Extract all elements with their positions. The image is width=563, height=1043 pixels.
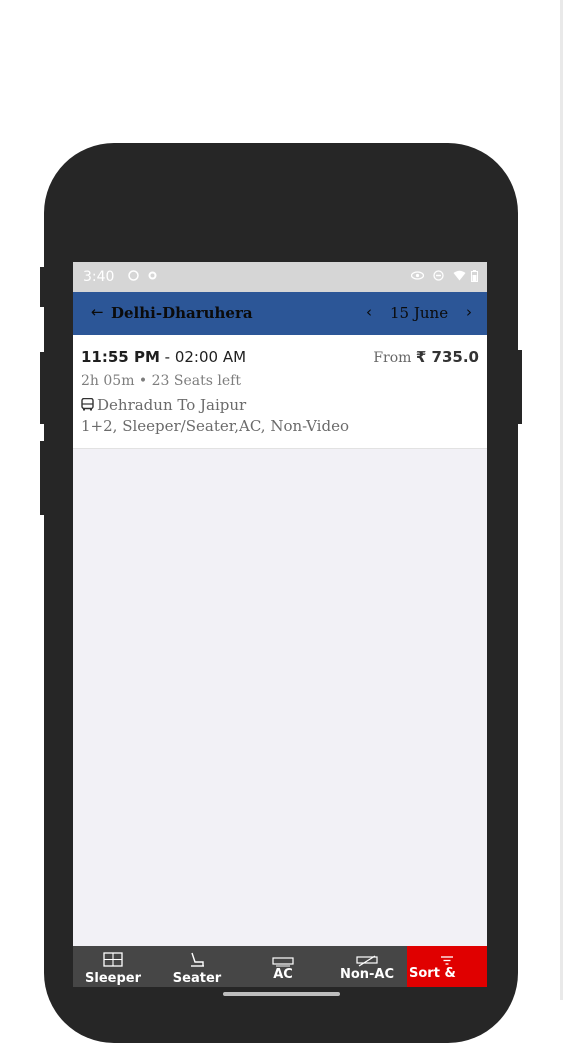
previous-date-chevron-icon[interactable]: ‹: [366, 303, 372, 321]
status-bar: 3:40: [73, 262, 487, 292]
eye-icon: [410, 270, 425, 284]
seater-icon: [188, 952, 206, 972]
route-title: Delhi-Dharuhera: [111, 304, 253, 322]
fare-from-label: From: [373, 350, 412, 366]
operator-route-row: Dehradun To Jaipur: [81, 396, 246, 414]
dnd-icon: [433, 270, 444, 284]
app-screen: 3:40 ← Delhi-Dharuhera ‹ 15 June › 11:55…: [73, 262, 487, 987]
notification-icon: [128, 270, 139, 284]
home-indicator[interactable]: [223, 992, 340, 996]
wifi-icon: [453, 270, 466, 284]
arrival-time: - 02:00 AM: [159, 348, 247, 366]
departure-time: 11:55 PM: [81, 348, 160, 366]
filter-non-ac-label: Non-AC: [339, 967, 395, 982]
battery-icon: [471, 270, 478, 285]
filter-seater-label: Seater: [172, 971, 222, 986]
phone-side-button: [40, 352, 46, 424]
fare-price: ₹ 735.0: [415, 348, 479, 366]
journey-times: 11:55 PM - 02:00 AM: [81, 348, 246, 366]
filter-seater[interactable]: Seater: [157, 946, 237, 987]
sort-filter-label: Sort &: [409, 966, 456, 981]
bus-features: 1+2, Sleeper/Seater,AC, Non-Video: [81, 417, 349, 435]
settings-icon: [147, 270, 158, 284]
filter-sleeper-label: Sleeper: [85, 971, 141, 986]
back-arrow-icon[interactable]: ←: [91, 303, 104, 321]
bus-result-card[interactable]: 11:55 PM - 02:00 AM From ₹ 735.0 2h 05m …: [73, 335, 487, 449]
filter-ac[interactable]: AC: [243, 946, 323, 987]
filter-ac-label: AC: [273, 967, 293, 982]
next-date-chevron-icon[interactable]: ›: [466, 303, 472, 321]
status-time: 3:40: [83, 269, 115, 285]
phone-side-button: [40, 267, 46, 307]
travel-date[interactable]: 15 June: [390, 304, 448, 322]
filter-non-ac[interactable]: Non-AC: [327, 946, 407, 987]
phone-power-button: [516, 350, 522, 424]
phone-side-button: [40, 441, 46, 515]
duration-seats: 2h 05m • 23 Seats left: [81, 373, 241, 389]
bus-icon: [81, 397, 94, 411]
filter-sleeper[interactable]: Sleeper: [73, 946, 153, 987]
operator-route: Dehradun To Jaipur: [97, 396, 247, 414]
sleeper-icon: [103, 952, 123, 971]
fare: From ₹ 735.0: [373, 348, 479, 366]
filter-bar: Sleeper Seater AC Non-AC Sort &: [73, 946, 487, 987]
app-header: ← Delhi-Dharuhera ‹ 15 June ›: [73, 292, 487, 335]
sort-filter-button[interactable]: Sort &: [407, 946, 487, 987]
